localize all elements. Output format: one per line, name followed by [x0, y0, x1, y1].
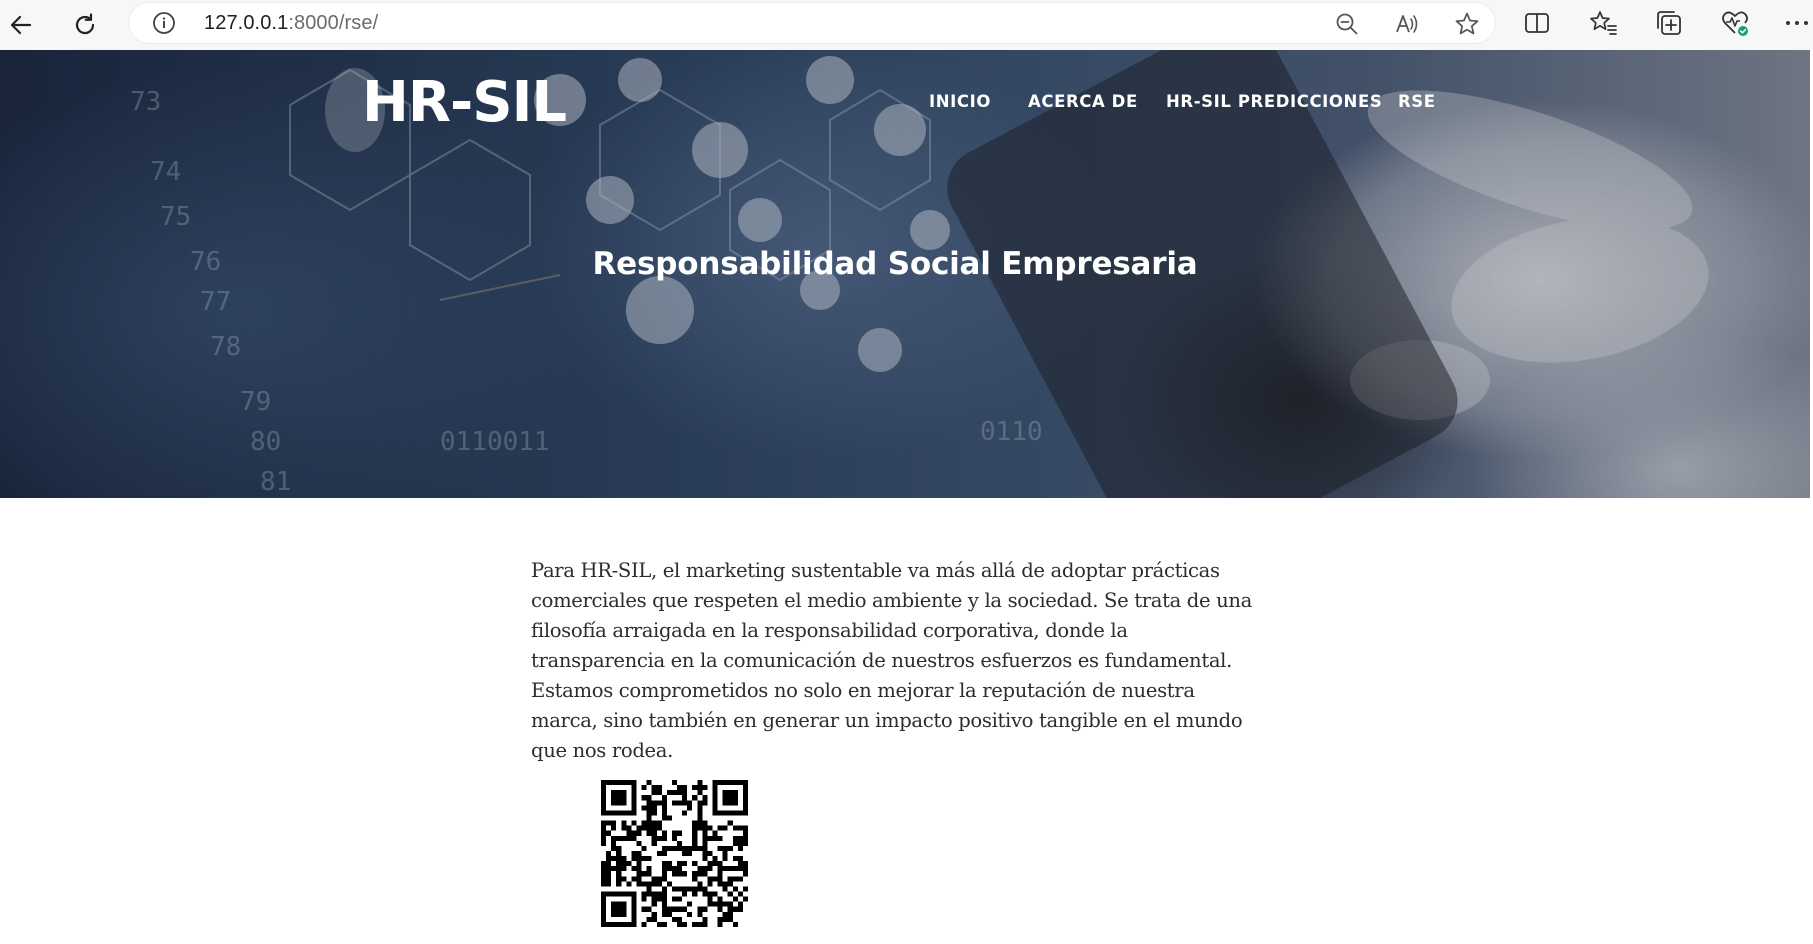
favorite-star-icon [1455, 12, 1479, 35]
read-aloud-icon [1396, 15, 1418, 33]
qr-code[interactable] [601, 780, 748, 927]
more-options-button[interactable] [1782, 8, 1812, 38]
back-button[interactable] [2, 6, 40, 44]
split-screen-icon [1525, 13, 1549, 33]
browser-toolbar: 127.0.0.1:8000/rse/ [0, 0, 1813, 50]
nav-item-hr-sil-predicciones[interactable]: HR-SIL PREDICCIONES [1166, 92, 1382, 111]
url-text[interactable]: 127.0.0.1:8000/rse/ [204, 12, 378, 35]
split-screen-button[interactable] [1522, 8, 1552, 38]
back-icon [10, 15, 32, 35]
collections-icon [1657, 11, 1681, 35]
page-title: Responsabilidad Social Empresaria [592, 246, 1198, 282]
browser-essentials-button[interactable] [1720, 8, 1750, 38]
url-host: 127.0.0.1 [204, 12, 289, 34]
refresh-button[interactable] [66, 6, 104, 44]
site-logo[interactable]: HR-SIL [362, 70, 567, 135]
collections-button[interactable] [1654, 8, 1684, 38]
nav-item-acerca-de[interactable]: ACERCA DE [1028, 92, 1138, 111]
site-info-button[interactable] [152, 11, 176, 35]
read-aloud-button[interactable] [1394, 11, 1420, 37]
favorites-button[interactable] [1588, 8, 1618, 38]
add-favorite-button[interactable] [1454, 11, 1480, 37]
favorites-icon [1590, 11, 1617, 35]
more-options-icon [1786, 21, 1808, 25]
rse-description-paragraph: Para HR-SIL, el marketing sustentable va… [531, 559, 1252, 762]
info-icon [153, 12, 175, 34]
url-path: :8000/rse/ [288, 12, 379, 34]
hero-banner: 73 74 75 76 77 78 79 80 81 0110011 0110 HR-SIL … [0, 50, 1810, 498]
zoom-out-button[interactable] [1334, 11, 1360, 37]
main-content: Para HR-SIL, el marketing sustentable va… [531, 556, 1261, 766]
browser-essentials-icon [1722, 11, 1748, 36]
address-bar[interactable]: 127.0.0.1:8000/rse/ [128, 2, 1496, 44]
zoom-out-icon [1336, 13, 1358, 35]
nav-item-inicio[interactable]: INICIO [929, 92, 991, 111]
nav-item-rse[interactable]: RSE [1398, 92, 1436, 111]
refresh-icon [75, 13, 95, 35]
